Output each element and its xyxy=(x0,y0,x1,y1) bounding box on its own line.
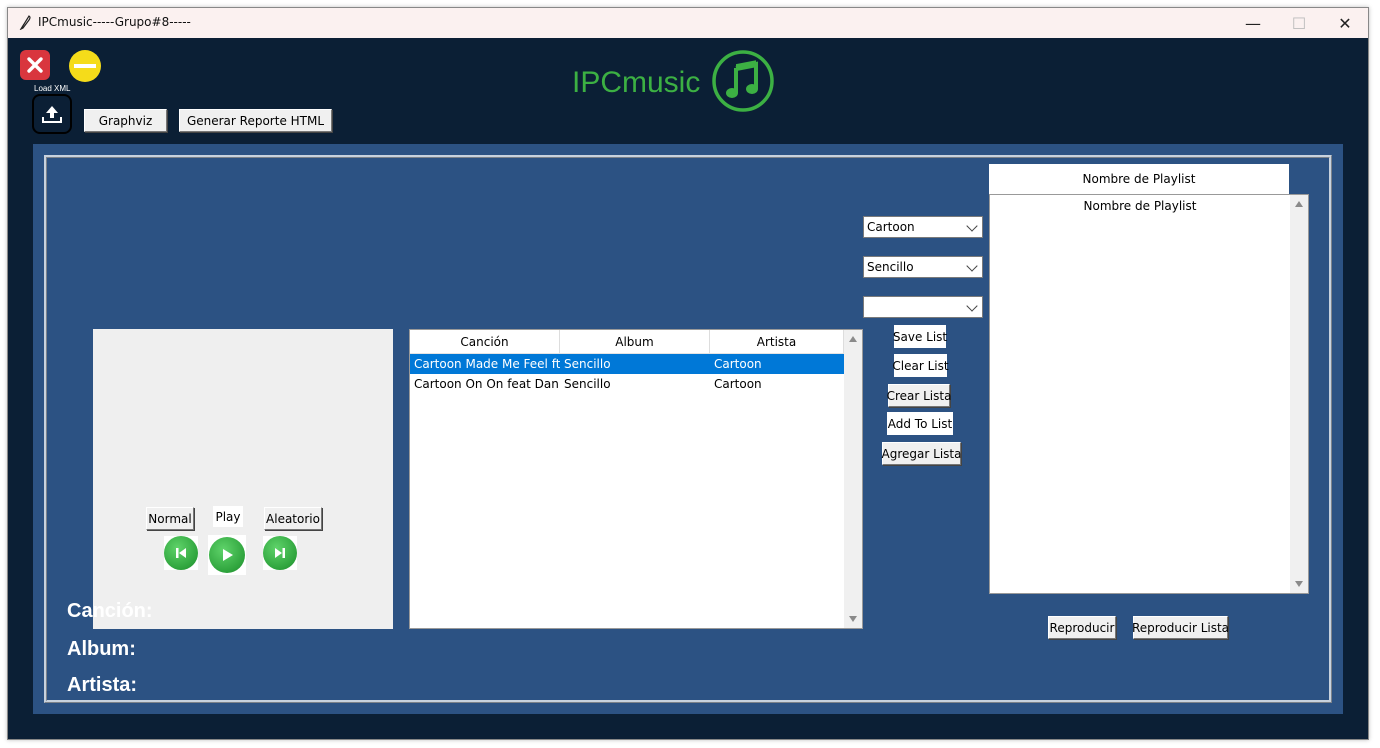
upload-icon xyxy=(42,106,62,123)
maximize-icon: ☐ xyxy=(1291,13,1307,33)
artista-label: Artista: xyxy=(67,674,138,696)
previous-button[interactable] xyxy=(164,536,198,570)
playlist-header: Nombre de Playlist xyxy=(989,164,1289,194)
next-icon xyxy=(263,536,297,570)
main-panel: Canción Album Artista Cartoon Made Me Fe… xyxy=(33,144,1343,714)
song-table: Canción Album Artista Cartoon Made Me Fe… xyxy=(409,329,863,629)
window-title: IPCmusic-----Grupo#8----- xyxy=(38,15,191,29)
cell-album: Sencillo xyxy=(564,377,611,391)
cell-cancion: Cartoon Made Me Feel ft K xyxy=(414,357,560,371)
chevron-down-icon xyxy=(966,300,978,312)
artist-combobox[interactable]: Cartoon xyxy=(863,216,983,238)
album-combobox[interactable]: Sencillo xyxy=(863,256,983,278)
album-label: Album: xyxy=(67,638,136,660)
playlist-scrollbar[interactable] xyxy=(1290,195,1308,593)
reproducir-button[interactable]: Reproducir xyxy=(1048,616,1116,639)
cancion-label: Canción: xyxy=(67,600,153,622)
app-window: IPCmusic-----Grupo#8----- — ☐ ✕ Load XML… xyxy=(7,7,1369,740)
clear-list-button[interactable]: Clear List xyxy=(892,354,949,377)
scroll-up-icon[interactable] xyxy=(1295,201,1303,207)
scroll-up-icon[interactable] xyxy=(849,336,857,342)
play-button[interactable] xyxy=(208,535,246,575)
scroll-down-icon[interactable] xyxy=(1295,581,1303,587)
minimize-app-button[interactable] xyxy=(69,50,101,82)
chevron-down-icon xyxy=(966,260,978,272)
minus-icon xyxy=(74,64,96,68)
table-row[interactable]: Cartoon Made Me Feel ft K Sencillo Carto… xyxy=(410,354,844,374)
app-logo-text: IPCmusic xyxy=(572,66,701,99)
close-icon: ✕ xyxy=(1338,13,1352,33)
crear-lista-button[interactable]: Crear Lista xyxy=(887,384,951,407)
chevron-down-icon xyxy=(966,220,978,232)
agregar-lista-button[interactable]: Agregar Lista xyxy=(882,442,961,465)
normal-button[interactable]: Normal xyxy=(146,507,194,530)
column-header-cancion[interactable]: Canción xyxy=(410,330,560,354)
load-xml-caption: Load XML xyxy=(34,84,71,93)
column-header-album[interactable]: Album xyxy=(560,330,710,354)
next-button[interactable] xyxy=(263,536,297,570)
generar-reporte-button[interactable]: Generar Reporte HTML xyxy=(179,109,332,132)
table-scrollbar[interactable] xyxy=(844,330,862,628)
artist-combobox-value: Cartoon xyxy=(867,220,915,234)
save-list-button[interactable]: Save List xyxy=(893,325,947,348)
minimize-icon: — xyxy=(1245,13,1261,33)
scroll-down-icon[interactable] xyxy=(849,616,857,622)
cell-album: Sencillo xyxy=(564,357,611,371)
load-xml-button[interactable] xyxy=(32,94,72,134)
exit-app-button[interactable] xyxy=(20,50,50,80)
add-to-list-button[interactable]: Add To List xyxy=(887,412,953,435)
list-item[interactable]: Nombre de Playlist xyxy=(990,199,1290,213)
play-icon xyxy=(209,537,245,573)
feather-icon xyxy=(19,15,31,30)
album-combobox-value: Sencillo xyxy=(867,260,914,274)
music-note-icon xyxy=(711,49,775,113)
graphviz-button[interactable]: Graphviz xyxy=(84,109,167,132)
minimize-window-button[interactable]: — xyxy=(1230,8,1276,38)
previous-icon xyxy=(164,536,198,570)
close-x-icon xyxy=(27,57,43,73)
aleatorio-button[interactable]: Aleatorio xyxy=(264,507,322,530)
maximize-window-button[interactable]: ☐ xyxy=(1276,8,1322,38)
cell-cancion: Cartoon On On feat Danie xyxy=(414,377,560,391)
reproducir-lista-button[interactable]: Reproducir Lista xyxy=(1132,616,1229,639)
column-header-artista[interactable]: Artista xyxy=(710,330,844,354)
title-bar: IPCmusic-----Grupo#8----- — ☐ ✕ xyxy=(8,8,1368,38)
playlist-combobox[interactable] xyxy=(863,296,983,318)
cell-artista: Cartoon xyxy=(714,357,762,371)
play-label-button[interactable]: Play xyxy=(213,506,243,527)
cell-artista: Cartoon xyxy=(714,377,762,391)
close-window-button[interactable]: ✕ xyxy=(1322,8,1368,38)
playlist-listbox: Nombre de Playlist xyxy=(989,194,1309,594)
table-row[interactable]: Cartoon On On feat Danie Sencillo Cartoo… xyxy=(410,374,844,394)
album-cover xyxy=(93,329,393,629)
